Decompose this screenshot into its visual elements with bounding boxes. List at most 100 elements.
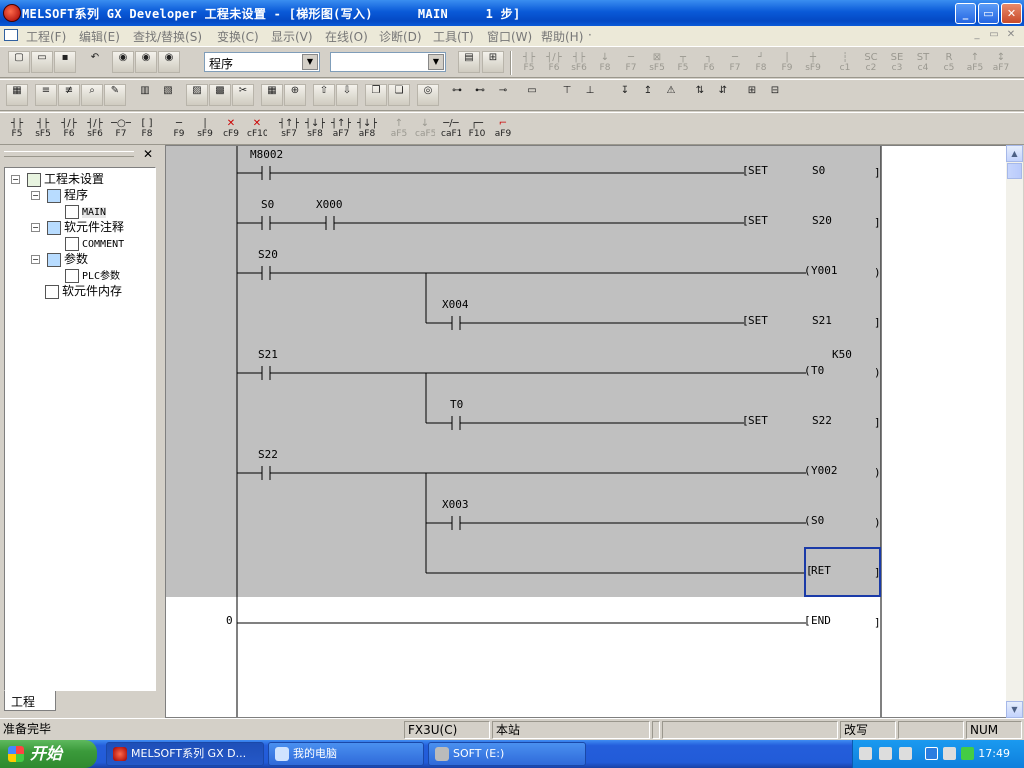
minimize-button[interactable]: _ bbox=[955, 3, 976, 24]
ladder-key-f8[interactable]: ↓ F8 bbox=[594, 51, 616, 73]
table2-icon[interactable]: ⊟ bbox=[764, 84, 786, 106]
monitor-write-icon[interactable]: ◉ bbox=[135, 51, 157, 73]
ladder-edit-icon[interactable]: ▨ bbox=[186, 84, 208, 106]
ladder-key-c1[interactable]: ┆ c1 bbox=[834, 51, 856, 73]
convert-all-icon[interactable]: ≢ bbox=[58, 84, 80, 106]
normally-closed-contact-key[interactable]: ┤/├ F6 bbox=[58, 117, 80, 139]
ladder-key-af7[interactable]: ↕ aF7 bbox=[990, 51, 1012, 73]
chevron-down-icon[interactable]: ▼ bbox=[428, 54, 444, 70]
vertical-scrollbar[interactable]: ▲ ▼ bbox=[1006, 145, 1023, 718]
collapse-icon[interactable]: − bbox=[31, 191, 40, 200]
delete-line-key[interactable]: ⌐ aF9 bbox=[492, 117, 514, 139]
program-select[interactable]: 程序 ▼ bbox=[204, 52, 320, 72]
operation-result-fall-key[interactable]: ↓ caF5 bbox=[414, 117, 436, 139]
menu-diagnostics[interactable]: 诊断(D) bbox=[379, 28, 422, 45]
normally-open-contact-key[interactable]: ┤├ F5 bbox=[6, 117, 28, 139]
delete-horizontal-key[interactable]: ✕ cF9 bbox=[220, 117, 242, 139]
tab-project[interactable]: 工程 bbox=[4, 691, 56, 711]
collapse-icon[interactable]: − bbox=[31, 255, 40, 264]
keyboard-icon[interactable] bbox=[859, 747, 872, 760]
app-icon[interactable] bbox=[3, 4, 21, 22]
mdi-close-button[interactable]: ✕ bbox=[1004, 29, 1018, 42]
vertical-line-key[interactable]: │ sF9 bbox=[194, 117, 216, 139]
sfc4-icon[interactable]: ↥ bbox=[637, 84, 659, 106]
taskbar-item-gx-developer[interactable]: MELSOFT系列 GX D... bbox=[106, 742, 264, 766]
window-tile-icon[interactable]: ❏ bbox=[388, 84, 410, 106]
close-button[interactable]: ✕ bbox=[1001, 3, 1022, 24]
tree-main-program[interactable]: MAIN bbox=[65, 203, 107, 219]
step-icon[interactable]: ⊶ bbox=[446, 84, 468, 106]
ladder-key-sf5[interactable]: ⊠ sF5 bbox=[646, 51, 668, 73]
ladder-key-f6[interactable]: ┤/├ F6 bbox=[543, 51, 565, 73]
convert-icon[interactable]: ≡ bbox=[35, 84, 57, 106]
write-mode-icon[interactable]: ▧ bbox=[157, 84, 179, 106]
diagnostics-icon[interactable]: ◎ bbox=[417, 84, 439, 106]
ladder-key-sf6[interactable]: ┤├ sF6 bbox=[568, 51, 590, 73]
draw-line-key[interactable]: ┌─ F10 bbox=[466, 117, 488, 139]
safely-remove-icon[interactable] bbox=[961, 747, 974, 760]
ladder-key-f5[interactable]: ┤├ F5 bbox=[518, 51, 540, 73]
project-tree-icon[interactable]: ⊞ bbox=[482, 51, 504, 73]
ladder-key-c3[interactable]: SE c3 bbox=[886, 51, 908, 73]
new-file-icon[interactable]: ▢ bbox=[8, 51, 30, 73]
monitor-icon[interactable]: ◉ bbox=[112, 51, 134, 73]
collapse-icon[interactable]: − bbox=[31, 223, 40, 232]
sfc3-icon[interactable]: ↧ bbox=[614, 84, 636, 106]
application-instruction-key[interactable]: [ ] F8 bbox=[136, 117, 158, 139]
close-icon[interactable]: ✕ bbox=[141, 147, 155, 161]
menu-tools[interactable]: 工具(T) bbox=[433, 28, 474, 45]
monitor-panel-icon[interactable]: ▭ bbox=[521, 84, 543, 106]
taskbar-item-my-computer[interactable]: 我的电脑 bbox=[268, 742, 424, 766]
help-icon[interactable] bbox=[879, 747, 892, 760]
tree-comment[interactable]: COMMENT bbox=[65, 235, 124, 251]
menu-view[interactable]: 显示(V) bbox=[271, 28, 313, 45]
coil-key[interactable]: ─○─ F7 bbox=[110, 117, 132, 139]
monitor-stop-icon[interactable]: ◉ bbox=[158, 51, 180, 73]
falling-edge-contact-key[interactable]: ┤↓├ sF8 bbox=[304, 117, 326, 139]
camera-icon[interactable] bbox=[943, 747, 956, 760]
rising-edge-contact-key[interactable]: ┤↑├ sF7 bbox=[278, 117, 300, 139]
ladder-editor[interactable]: M8002 [ SET S0 ] S0 X000 [ SET S20 ] S20 bbox=[165, 145, 1008, 718]
menu-edit[interactable]: 编辑(E) bbox=[79, 28, 120, 45]
sort-icon[interactable]: ⇅ bbox=[689, 84, 711, 106]
ladder-edit3-icon[interactable]: ✂ bbox=[232, 84, 254, 106]
menu-project[interactable]: 工程(F) bbox=[26, 28, 66, 45]
ladder-key-f6b[interactable]: ┐ F6 bbox=[698, 51, 720, 73]
ladder-key-sf9[interactable]: ┼ sF9 bbox=[802, 51, 824, 73]
sort2-icon[interactable]: ⇵ bbox=[712, 84, 734, 106]
rung-end[interactable]: 0 [ END ] bbox=[226, 614, 881, 629]
ladder-key-c5[interactable]: Rc5 bbox=[938, 51, 960, 73]
undo-icon[interactable]: ↶ bbox=[84, 51, 106, 73]
ladder-key-af5[interactable]: ↑ aF5 bbox=[964, 51, 986, 73]
invert-key[interactable]: ─/─caF10 bbox=[440, 117, 462, 139]
delete-vertical-key[interactable]: ✕ cF10 bbox=[246, 117, 268, 139]
ladder-key-c4[interactable]: ST c4 bbox=[912, 51, 934, 73]
start-button[interactable]: 开始 bbox=[0, 740, 97, 768]
sfc2-icon[interactable]: ⊥ bbox=[579, 84, 601, 106]
edit-comment-icon[interactable]: ✎ bbox=[104, 84, 126, 106]
window-cascade-icon[interactable]: ❐ bbox=[365, 84, 387, 106]
zoom-icon[interactable]: ⊕ bbox=[284, 84, 306, 106]
maximize-button[interactable]: ▭ bbox=[978, 3, 999, 24]
chevron-down-icon[interactable]: ▼ bbox=[302, 54, 318, 70]
plc-read-icon[interactable]: ▦ bbox=[6, 84, 28, 106]
parallel-closed-contact-key[interactable]: ┤/├ sF6 bbox=[84, 117, 106, 139]
ladder-edit2-icon[interactable]: ▩ bbox=[209, 84, 231, 106]
parallel-open-contact-key[interactable]: ┤├ sF5 bbox=[32, 117, 54, 139]
scroll-up-icon[interactable]: ▲ bbox=[1006, 145, 1023, 162]
ladder-key-f7b[interactable]: ─ F7 bbox=[724, 51, 746, 73]
parallel-falling-edge-key[interactable]: ┤↓├ aF8 bbox=[356, 117, 378, 139]
horizontal-line-key[interactable]: ─ F9 bbox=[168, 117, 190, 139]
open-folder-icon[interactable]: ▭ bbox=[31, 51, 53, 73]
menu-help[interactable]: 帮助(H) bbox=[541, 28, 583, 45]
grid-icon[interactable]: ▦ bbox=[261, 84, 283, 106]
menu-convert[interactable]: 变换(C) bbox=[217, 28, 259, 45]
ladder-key-f8b[interactable]: ┘ F8 bbox=[750, 51, 772, 73]
sfc-icon[interactable]: ⊤ bbox=[556, 84, 578, 106]
operation-result-rise-key[interactable]: ↑ aF5 bbox=[388, 117, 410, 139]
mdi-restore-button[interactable]: ▭ bbox=[987, 29, 1001, 42]
error-icon[interactable]: ⚠ bbox=[660, 84, 682, 106]
collapse-icon[interactable]: − bbox=[11, 175, 20, 184]
taskbar-item-soft-drive[interactable]: SOFT (E:) bbox=[428, 742, 586, 766]
back-icon[interactable] bbox=[925, 747, 938, 760]
